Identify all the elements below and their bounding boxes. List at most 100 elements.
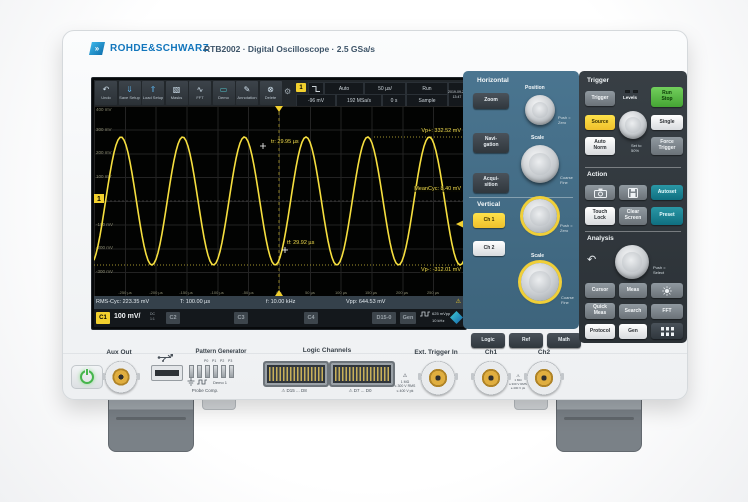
power-icon xyxy=(80,368,94,384)
channel3-tab[interactable]: C3 xyxy=(234,312,248,324)
channel1-scale[interactable]: 100 mV/ xyxy=(114,313,140,320)
save-setup-icon[interactable]: ⇓ Save Setup xyxy=(118,81,141,105)
fft-button[interactable]: FFT xyxy=(651,304,683,319)
action-section-title: Action xyxy=(587,171,608,178)
aux-out-label: Aux Out xyxy=(106,349,132,356)
brand-name: ROHDE&SCHWARZ xyxy=(110,43,210,54)
apps-button[interactable] xyxy=(651,323,683,339)
channel1-button[interactable]: Ch 1 xyxy=(473,213,505,228)
math-button[interactable]: Math xyxy=(547,333,581,348)
p0-pin xyxy=(205,365,210,378)
annotation-icon[interactable]: ✎ Annotation xyxy=(236,81,258,105)
display-screen: ↶ Undo ⇓ Save Setup ⇑ Load Setup ▧ Masks ∿ FF… xyxy=(91,77,467,330)
waveform-svg: 1 xyxy=(94,106,464,296)
rise-time-annotation: tr: 29.95 µs xyxy=(270,139,300,145)
display-intensity-button[interactable] xyxy=(651,283,683,298)
levels-knob-label: Levels xyxy=(623,95,638,100)
section-divider xyxy=(585,231,681,232)
load-setup-icon[interactable]: ⇑ Load Setup xyxy=(142,81,164,105)
touch-lock-button[interactable]: Touch Lock xyxy=(585,207,615,225)
force-trigger-button[interactable]: Force Trigger xyxy=(651,137,683,155)
auto-norm-button[interactable]: Auto Norm xyxy=(585,137,615,155)
logic-tab[interactable]: D15-0 xyxy=(372,312,396,324)
channel4-tab[interactable]: C4 xyxy=(304,312,318,324)
d7-d0-label: ⚠ D7 ... D0 xyxy=(348,388,372,393)
protocol-button[interactable]: Protocol xyxy=(585,324,615,339)
trigger-menu-button[interactable]: Trigger xyxy=(585,91,615,106)
screenshot-camera-button[interactable] xyxy=(585,185,615,200)
trigger-source-button[interactable]: Source xyxy=(585,115,615,130)
navigation-button[interactable]: Navi-gation xyxy=(473,133,509,153)
undo-icon[interactable]: ↶ Undo xyxy=(95,81,117,105)
ch2-connector xyxy=(524,361,564,395)
time-text: 13:47 xyxy=(452,94,462,99)
autoset-button[interactable]: Autoset xyxy=(651,185,683,200)
logic-button[interactable]: Logic xyxy=(471,333,505,348)
generator-tab[interactable]: Gen xyxy=(400,312,416,324)
vertical-section-title: Vertical xyxy=(477,201,501,208)
d15-d8-label: ⚠ D15 ... D8 xyxy=(281,388,307,393)
fft-icon[interactable]: ∿ FFT xyxy=(189,81,211,105)
channel1-marker-label: 1 xyxy=(97,196,101,203)
analysis-section-title: Analysis xyxy=(587,235,614,242)
p3-pin xyxy=(229,365,234,378)
vertical-scale-knob[interactable] xyxy=(521,263,559,301)
settings-gear-icon[interactable]: ⚙ xyxy=(284,87,291,96)
meas-button[interactable]: Meas xyxy=(619,283,647,298)
run-stop-button[interactable]: Run Stop xyxy=(651,87,683,107)
mean-cyc-annotation: MeanCyc: 8.40 mV xyxy=(413,186,462,192)
acquisition-button[interactable]: Acqui-sition xyxy=(473,173,509,193)
cursor-button[interactable]: Cursor xyxy=(585,283,615,298)
horizontal-scale-knob[interactable] xyxy=(521,145,559,183)
demo-icon[interactable]: ▭ Demo xyxy=(212,81,235,105)
save-load-button[interactable] xyxy=(619,185,647,200)
usb-icon xyxy=(157,353,175,362)
channel1-tab[interactable]: C1 xyxy=(96,312,110,324)
trigger-level-knob[interactable] xyxy=(619,111,647,139)
ch2-label: Ch2 xyxy=(537,349,551,356)
power-button[interactable] xyxy=(71,365,103,389)
channel2-button[interactable]: Ch 2 xyxy=(473,241,505,256)
quickmeas-button[interactable]: Quick Meas xyxy=(585,303,615,319)
warning-icon: ⚠ xyxy=(402,373,408,379)
navigation-knob-hint: Push = Select xyxy=(653,265,666,275)
vertical-offset-knob-hint: Push = Zero xyxy=(560,223,573,233)
vp-plus-annotation: Vp+: 332.52 mV xyxy=(420,128,462,134)
p2-pin xyxy=(221,365,226,378)
rs-diamond-logo-icon xyxy=(450,311,463,324)
measurement-rms: RMS-Cyc: 223.35 mV xyxy=(96,299,150,305)
vertical-offset-knob[interactable] xyxy=(523,199,557,233)
screen-toolbar: ↶ Undo ⇓ Save Setup ⇑ Load Setup ▧ Masks ∿ FF… xyxy=(94,80,466,107)
preset-button[interactable]: Preset xyxy=(651,207,683,225)
device-foot-left xyxy=(108,394,194,452)
zoom-button[interactable]: Zoom xyxy=(473,93,509,109)
position-knob-hint: Push = Zero xyxy=(558,115,571,125)
single-button[interactable]: Single xyxy=(651,115,683,130)
masks-icon[interactable]: ▧ Masks xyxy=(165,81,188,105)
measurement-vpp: Vpp: 644.53 mV xyxy=(346,299,386,305)
logic-channels-label: Logic Channels xyxy=(302,347,352,354)
navigation-knob[interactable] xyxy=(615,245,649,279)
horizontal-position-knob[interactable] xyxy=(525,95,555,125)
warning-icon: ⚠ xyxy=(348,388,353,393)
squarewave-icon xyxy=(197,379,207,385)
trigger-led-b xyxy=(633,90,638,93)
back-undo-icon: ↶ xyxy=(587,254,597,266)
measurement-warning-icon: ⚠ xyxy=(455,299,461,305)
gen-button[interactable]: Gen xyxy=(619,324,647,339)
horizontal-scale-knob-hint: Coarse Fine xyxy=(560,175,573,185)
ref-button[interactable]: Ref xyxy=(509,333,543,348)
channel2-tab[interactable]: C2 xyxy=(166,312,180,324)
clear-screen-button[interactable]: Clear Screen xyxy=(619,207,647,225)
pin-label-p0: P0 xyxy=(204,359,209,363)
apps-grid-icon xyxy=(660,326,674,336)
measurement-frequency: f: 10.00 kHz xyxy=(266,299,296,305)
pin-label-p2: P2 xyxy=(220,359,225,363)
device-foot-right xyxy=(556,394,642,452)
delete-icon[interactable]: ⊗ Delete xyxy=(259,81,282,105)
gen-frequency: 10 kHz xyxy=(432,318,445,323)
search-button[interactable]: Search xyxy=(619,304,647,319)
ground-icon xyxy=(187,378,195,386)
fall-time-annotation: tf: 29.92 µs xyxy=(286,240,316,246)
usb-port xyxy=(151,365,183,381)
